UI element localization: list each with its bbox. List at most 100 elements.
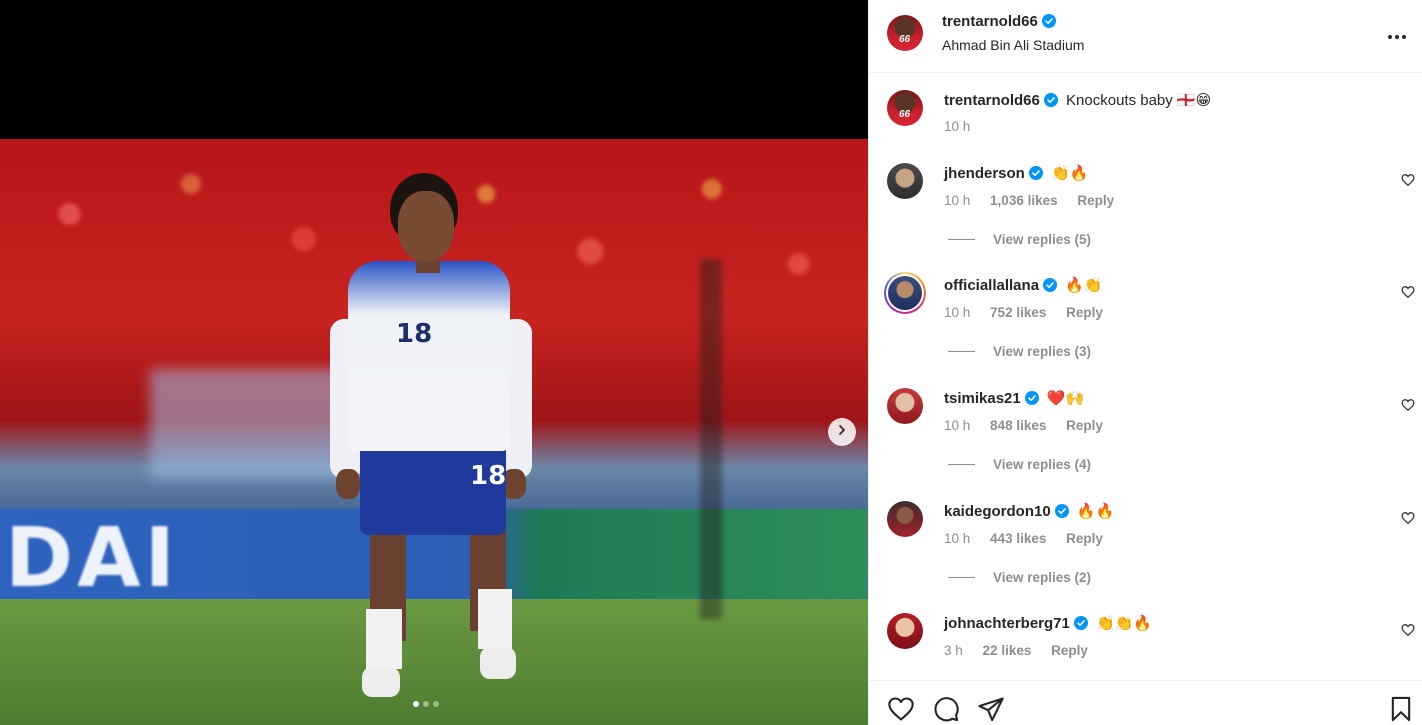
view-replies-label: View replies (5) (993, 232, 1092, 247)
comment-like-heart-icon[interactable] (1401, 285, 1415, 299)
verified-badge-icon (1043, 278, 1058, 296)
comment-like-heart-icon[interactable] (1401, 511, 1415, 525)
comment-text: ❤️🙌 (1046, 390, 1085, 407)
post-actions (869, 680, 1422, 725)
replies-line (948, 351, 975, 352)
avatar-jersey-number: 66 (899, 34, 911, 45)
comment-text-line: johnachterberg71 👏👏🔥 (944, 614, 1152, 634)
replies-line (948, 577, 975, 578)
comment-meta: 3 h 22 likes Reply (944, 643, 1104, 658)
next-image-button[interactable] (828, 418, 856, 446)
post-media: DAI 18 18 (0, 0, 868, 725)
comment-time: 10 h (944, 305, 971, 320)
verified-badge-icon (1043, 93, 1058, 111)
share-button[interactable] (977, 695, 1005, 723)
comment-likes[interactable]: 848 likes (990, 418, 1046, 433)
stadium-banner-text: DAI (5, 511, 180, 606)
like-button[interactable] (887, 695, 915, 723)
comment-like-heart-icon[interactable] (1401, 623, 1415, 637)
comment-reply-button[interactable]: Reply (1066, 531, 1103, 546)
replies-line (948, 464, 975, 465)
more-options-button[interactable] (1385, 24, 1409, 48)
shirt-number: 18 (396, 319, 433, 349)
comment-likes[interactable]: 752 likes (990, 305, 1046, 320)
caption-text: Knockouts baby 🏴󠁧󠁢󠁥󠁮󠁧󠁿😁 (1066, 92, 1212, 109)
carousel-indicator (413, 701, 439, 707)
view-replies-label: View replies (2) (993, 570, 1092, 585)
comment-meta: 10 h 848 likes Reply (944, 418, 1119, 433)
player-boot-left (362, 667, 400, 697)
comment-avatar (888, 276, 922, 310)
comment-time: 10 h (944, 193, 971, 208)
author-avatar[interactable]: 66 (887, 15, 923, 51)
more-icon (1387, 27, 1407, 45)
view-replies-button[interactable]: View replies (2) (948, 570, 1091, 585)
comment-avatar[interactable] (887, 613, 923, 649)
view-replies-button[interactable]: View replies (5) (948, 232, 1091, 247)
comment-username[interactable]: officiallallana (944, 277, 1039, 294)
comment-avatar[interactable] (887, 501, 923, 537)
player-boot-right (480, 647, 516, 679)
post-sidebar: 66 trentarnold66 Ahmad Bin Ali Stadium 6… (868, 0, 1422, 725)
comment-like-heart-icon[interactable] (1401, 173, 1415, 187)
caption-username[interactable]: trentarnold66 (944, 92, 1040, 109)
comment-text-line: kaidegordon10 🔥🔥 (944, 502, 1114, 522)
shorts-number: 18 (470, 461, 507, 491)
comment-text: 👏🔥 (1051, 165, 1089, 182)
caption-text-line: trentarnold66 Knockouts baby 🏴󠁧󠁢󠁥󠁮󠁧󠁿😁 (944, 91, 1211, 111)
comment-meta: 10 h 752 likes Reply (944, 305, 1119, 320)
save-button[interactable] (1387, 695, 1415, 723)
author-username[interactable]: trentarnold66 (942, 13, 1038, 30)
comment-time: 10 h (944, 531, 971, 546)
player-shirt (348, 261, 510, 451)
player-figure: 18 18 (330, 169, 540, 709)
comment-meta: 10 h 1,036 likes Reply (944, 193, 1130, 208)
comment-username[interactable]: johnachterberg71 (944, 615, 1070, 632)
verified-badge-icon (1041, 14, 1056, 33)
comment-icon (932, 697, 960, 725)
comment-like-heart-icon[interactable] (1401, 398, 1415, 412)
view-replies-label: View replies (4) (993, 457, 1092, 472)
comment-text: 👏👏🔥 (1096, 615, 1153, 632)
post-header: 66 trentarnold66 Ahmad Bin Ali Stadium (869, 0, 1422, 73)
comment-reply-button[interactable]: Reply (1077, 193, 1114, 208)
view-replies-button[interactable]: View replies (3) (948, 344, 1091, 359)
story-ring[interactable] (884, 272, 926, 314)
post-photo[interactable]: DAI 18 18 (0, 139, 868, 725)
verified-badge-icon (1024, 391, 1039, 409)
player-hand-left (336, 469, 360, 499)
view-replies-button[interactable]: View replies (4) (948, 457, 1091, 472)
comment-likes[interactable]: 443 likes (990, 531, 1046, 546)
comment-avatar[interactable] (887, 388, 923, 424)
comment-username[interactable]: jhenderson (944, 165, 1025, 182)
player-sock-right (478, 589, 512, 649)
comment-reply-button[interactable]: Reply (1066, 418, 1103, 433)
comment-likes[interactable]: 22 likes (983, 643, 1032, 658)
chevron-right-icon (836, 423, 848, 441)
comment-avatar[interactable] (887, 163, 923, 199)
verified-badge-icon (1054, 504, 1069, 522)
comment-button[interactable] (932, 695, 960, 723)
comment-likes[interactable]: 1,036 likes (990, 193, 1058, 208)
replies-line (948, 239, 975, 240)
comment-username[interactable]: tsimikas21 (944, 390, 1021, 407)
avatar-jersey-number: 66 (899, 109, 911, 120)
comment-text-line: jhenderson 👏🔥 (944, 164, 1088, 184)
caption-avatar[interactable]: 66 (887, 90, 923, 126)
comments-list[interactable]: 66 trentarnold66 Knockouts baby 🏴󠁧󠁢󠁥󠁮󠁧󠁿😁… (869, 73, 1422, 680)
comment-text-line: tsimikas21 ❤️🙌 (944, 389, 1084, 409)
heart-icon (887, 697, 915, 725)
player-head (398, 191, 454, 261)
carousel-dot (413, 701, 419, 707)
carousel-dot (433, 701, 439, 707)
comment-reply-button[interactable]: Reply (1051, 643, 1088, 658)
comment-time: 10 h (944, 418, 971, 433)
player-sock-left (366, 609, 402, 669)
author-info: trentarnold66 Ahmad Bin Ali Stadium (942, 13, 1084, 53)
comment-username[interactable]: kaidegordon10 (944, 503, 1051, 520)
comment-reply-button[interactable]: Reply (1066, 305, 1103, 320)
comment-text: 🔥🔥 (1076, 503, 1115, 520)
post-location[interactable]: Ahmad Bin Ali Stadium (942, 37, 1084, 53)
caption-time: 10 h (944, 119, 971, 134)
comment-meta: 10 h 443 likes Reply (944, 531, 1119, 546)
